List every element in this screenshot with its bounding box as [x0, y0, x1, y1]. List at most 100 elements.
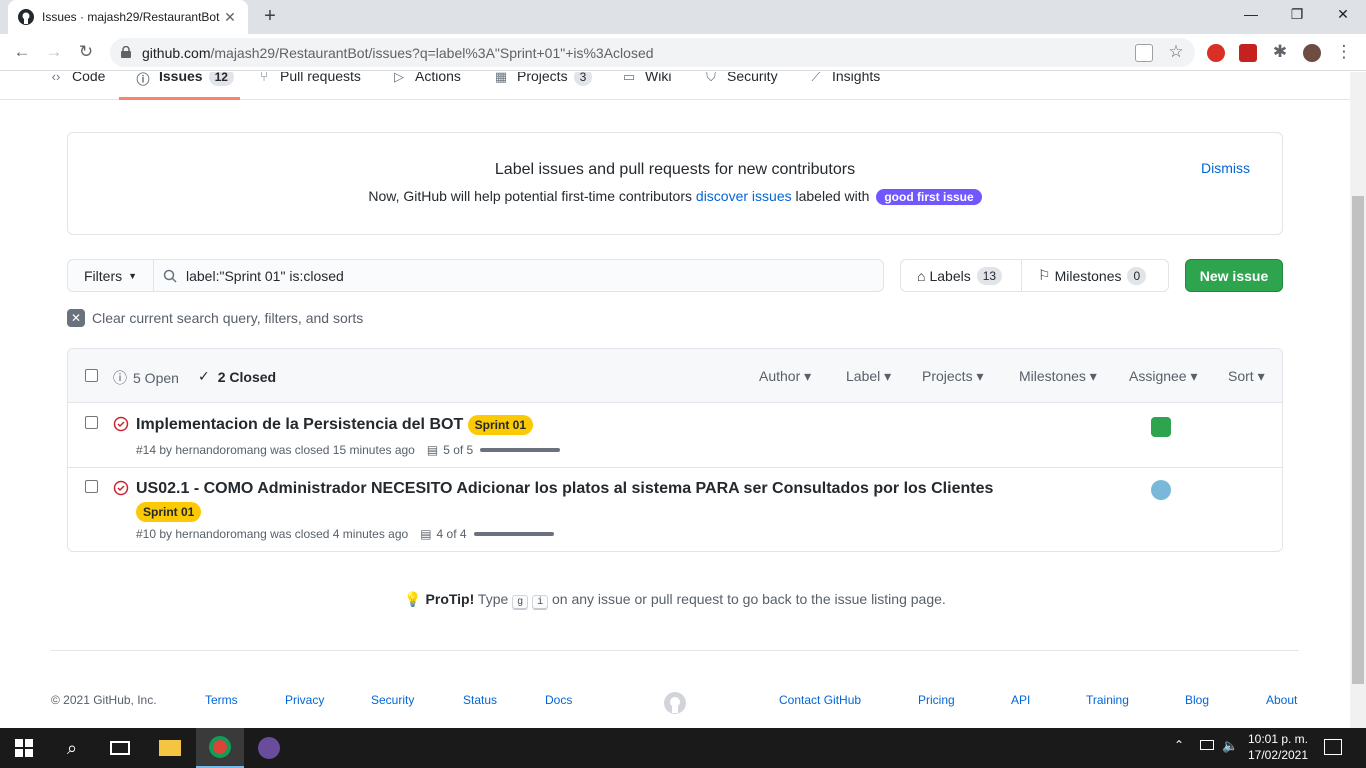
assignee-avatar[interactable] [1151, 480, 1171, 500]
pdf-extension-icon[interactable] [1239, 44, 1257, 62]
book-icon: ▭ [622, 72, 636, 84]
project-icon: ▦ [494, 72, 508, 84]
tab-issues[interactable]: ⓘ Issues 12 [135, 72, 234, 100]
github-logo-icon[interactable] [663, 691, 687, 715]
tasklist-icon: ▤ [426, 443, 439, 457]
footer-link-pricing[interactable]: Pricing [918, 693, 955, 707]
assignee-filter[interactable]: Assignee ▾ [1129, 368, 1198, 385]
menu-kebab-icon[interactable]: ⋮ [1334, 42, 1354, 62]
labels-button[interactable]: ⌂ Labels 13 [900, 259, 1022, 292]
tab-projects[interactable]: ▦ Projects 3 [493, 72, 593, 100]
footer-link-privacy[interactable]: Privacy [285, 693, 324, 707]
reload-icon[interactable]: ↻ [76, 42, 96, 62]
tab-code[interactable]: ‹› Code [48, 72, 106, 100]
tab-actions[interactable]: ▷ Actions [391, 72, 461, 100]
copyright: © 2021 GitHub, Inc. [51, 693, 157, 707]
select-all-checkbox[interactable] [85, 369, 98, 382]
browser-tab[interactable]: Issues · majash29/RestaurantBot ✕ [8, 0, 248, 34]
translate-icon[interactable] [1135, 44, 1153, 62]
notifications-icon[interactable] [1324, 739, 1342, 755]
projects-counter: 3 [573, 72, 593, 86]
tab-wiki[interactable]: ▭ Wiki [621, 72, 672, 100]
footer-link-terms[interactable]: Terms [205, 693, 238, 707]
app-taskbar-icon[interactable] [245, 728, 293, 768]
search-input[interactable]: label:"Sprint 01" is:closed [153, 259, 884, 292]
file-explorer-icon[interactable] [146, 728, 194, 768]
close-tab-icon[interactable]: ✕ [222, 9, 238, 26]
sort-dropdown[interactable]: Sort ▾ [1228, 368, 1265, 385]
play-icon: ▷ [394, 72, 404, 84]
start-windows-icon[interactable] [0, 728, 48, 768]
github-page: ‹› Code ⓘ Issues 12 ⑂ Pull requests ▷ Actions… [0, 72, 1350, 728]
issue-closed-icon [113, 480, 129, 496]
label-filter[interactable]: Label ▾ [846, 368, 891, 385]
battery-icon[interactable] [1200, 740, 1214, 750]
issue-title-link[interactable]: US02.1 - COMO Administrador NECESITO Adi… [136, 480, 993, 498]
browser-chrome: Issues · majash29/RestaurantBot ✕ + — ❐ … [0, 0, 1366, 72]
footer-link-training[interactable]: Training [1086, 693, 1129, 707]
windows-taskbar: ⌕ ⌃ 🔈 10:01 p. m. 17/02/2021 [0, 728, 1366, 768]
graph-icon: ⟋ [811, 72, 821, 84]
new-issue-button[interactable]: New issue [1185, 259, 1283, 292]
task-progress-bar [480, 448, 561, 452]
profile-avatar[interactable] [1303, 44, 1321, 62]
issues-list-header: ⓘ 5 Open ✓ 2 Closed Author ▾ Label ▾ Proje… [68, 349, 1282, 403]
chrome-taskbar-icon[interactable] [196, 728, 244, 768]
tab-insights[interactable]: ⟋ Insights [808, 72, 880, 100]
issue-checkbox[interactable] [85, 416, 98, 429]
footer-link-contact[interactable]: Contact GitHub [779, 693, 861, 707]
tasklist-icon: ▤ [420, 527, 432, 541]
issue-meta: #14 by hernandoromang was closed 15 minu… [136, 443, 561, 457]
projects-filter[interactable]: Projects ▾ [922, 368, 984, 385]
issues-list: ⓘ 5 Open ✓ 2 Closed Author ▾ Label ▾ Proje… [67, 348, 1283, 552]
issue-closed-icon [113, 416, 129, 432]
forward-icon[interactable]: → [44, 42, 64, 62]
restore-icon[interactable]: ❐ [1285, 6, 1309, 26]
new-contributors-banner: Label issues and pull requests for new c… [67, 132, 1283, 235]
discover-issues-link[interactable]: discover issues [696, 188, 792, 204]
address-bar[interactable]: github.com/majash29/RestaurantBot/issues… [110, 38, 1195, 67]
tray-chevron-icon[interactable]: ⌃ [1174, 738, 1184, 752]
dismiss-button[interactable]: Dismiss [1201, 160, 1250, 176]
issue-title-link[interactable]: Implementacion de la Persistencia del BO… [136, 415, 534, 435]
filters-dropdown[interactable]: Filters ▼ [67, 259, 154, 292]
tab-security[interactable]: ⛉ Security [703, 72, 777, 100]
sprint-label[interactable]: Sprint 01 [136, 502, 202, 522]
adblock-icon[interactable] [1207, 44, 1225, 62]
taskbar-clock[interactable]: 10:01 p. m. 17/02/2021 [1246, 731, 1310, 763]
footer-link-api[interactable]: API [1011, 693, 1030, 707]
scrollbar-thumb[interactable] [1352, 196, 1364, 684]
new-tab-button[interactable]: + [260, 6, 280, 26]
back-icon[interactable]: ← [12, 42, 32, 62]
clear-filters-link[interactable]: ✕ Clear current search query, filters, an… [67, 309, 363, 327]
sprint-label[interactable]: Sprint 01 [467, 415, 534, 435]
milestone-icon: ⚐ [1038, 267, 1051, 283]
url-domain: github.com [142, 44, 211, 61]
banner-title: Label issues and pull requests for new c… [494, 161, 856, 178]
footer-link-blog[interactable]: Blog [1185, 693, 1209, 707]
search-icon [163, 269, 177, 283]
close-window-icon[interactable]: ✕ [1331, 6, 1355, 26]
browser-toolbar: ← → ↻ github.com/majash29/RestaurantBot/… [0, 34, 1366, 71]
footer-link-security[interactable]: Security [371, 693, 414, 707]
minimize-icon[interactable]: — [1239, 6, 1263, 26]
volume-icon[interactable]: 🔈 [1222, 738, 1238, 754]
footer-link-docs[interactable]: Docs [545, 693, 572, 707]
protip: 💡 ProTip! Type g i on any issue or pull … [404, 591, 946, 610]
author-filter[interactable]: Author ▾ [759, 368, 811, 385]
open-issues-toggle[interactable]: ⓘ 5 Open [113, 368, 179, 388]
milestones-filter[interactable]: Milestones ▾ [1019, 368, 1097, 385]
tab-pull-requests[interactable]: ⑂ Pull requests [256, 72, 361, 100]
closed-issues-toggle[interactable]: ✓ 2 Closed [198, 368, 276, 385]
footer-link-about[interactable]: About [1266, 693, 1297, 707]
search-taskbar-icon[interactable]: ⌕ [48, 728, 96, 768]
github-favicon-icon [18, 9, 34, 25]
assignee-avatar[interactable] [1151, 417, 1171, 437]
task-view-icon[interactable] [96, 728, 144, 768]
good-first-issue-label[interactable]: good first issue [876, 189, 982, 205]
footer-link-status[interactable]: Status [463, 693, 497, 707]
milestones-button[interactable]: ⚐ Milestones 0 [1021, 259, 1169, 292]
extensions-puzzle-icon[interactable]: ✱ [1270, 42, 1290, 62]
bookmark-star-icon[interactable]: ☆ [1166, 42, 1186, 62]
issue-checkbox[interactable] [85, 480, 98, 493]
